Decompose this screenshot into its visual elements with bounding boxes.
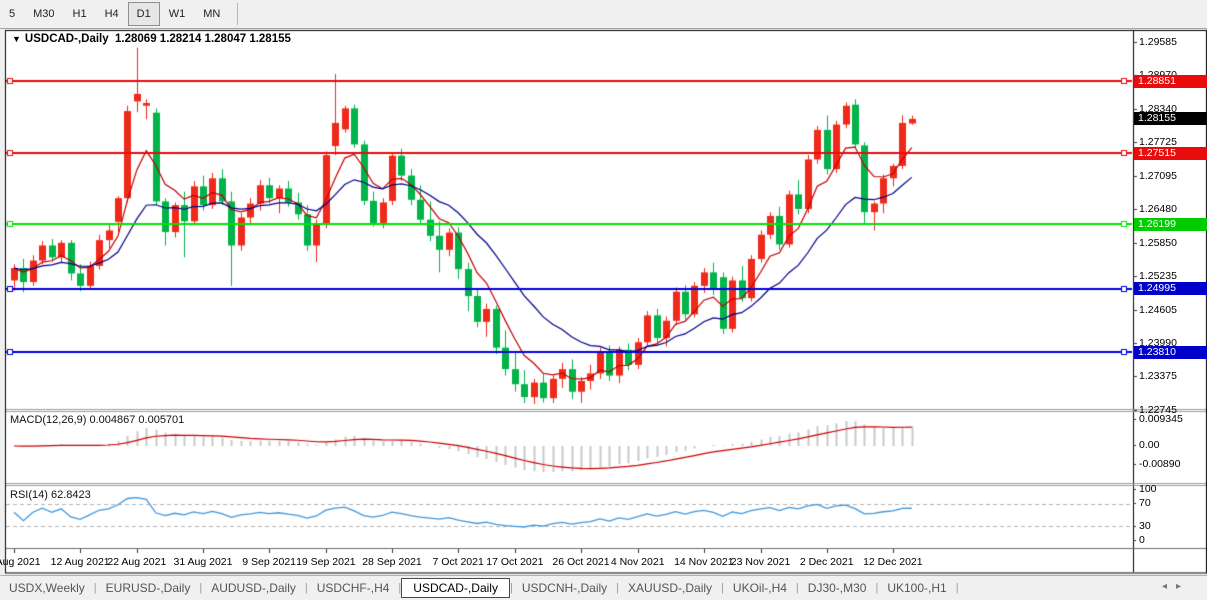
tab-xauusd-daily[interactable]: XAUUSD-,Daily: [619, 578, 721, 598]
tab-uk100-h1[interactable]: UK100-,H1: [878, 578, 955, 598]
timeframe-toolbar: 5M30H1H4D1W1MN: [0, 0, 1207, 29]
macd-panel-header: MACD(12,26,9) 0.004867 0.005701: [10, 414, 184, 426]
toolbar-separator: [237, 3, 238, 25]
rsi-axis-label: 100: [1139, 483, 1157, 495]
date-tick-label: 4 Nov 2021: [611, 556, 665, 568]
price-badge-126199: 1.26199: [1134, 218, 1207, 231]
rsi-axis-label: 30: [1139, 520, 1151, 532]
timeframe-button-mn[interactable]: MN: [194, 2, 229, 26]
price-badge-123810: 1.23810: [1134, 346, 1207, 359]
symbol-tab-bar: USDX,Weekly|EURUSD-,Daily|AUDUSD-,Daily|…: [0, 575, 1207, 600]
rsi-panel-header: RSI(14) 62.8423: [10, 489, 91, 501]
date-tick-label: 12 Dec 2021: [863, 556, 923, 568]
price-tick-label: 1.23375: [1139, 370, 1177, 382]
chart-ohlc-values: 1.28069 1.28214 1.28047 1.28155: [115, 33, 291, 45]
date-tick-label: 2 Dec 2021: [800, 556, 854, 568]
timeframe-button-d1[interactable]: D1: [128, 2, 160, 26]
price-badge-128155: 1.28155: [1134, 112, 1207, 125]
macd-axis-label: 0.009345: [1139, 413, 1183, 425]
macd-axis-label: 0.00: [1139, 439, 1159, 451]
price-chart-canvas[interactable]: [0, 0, 1207, 575]
price-badge-124995: 1.24995: [1134, 282, 1207, 295]
date-tick-label: 22 Aug 2021: [107, 556, 166, 568]
price-tick-label: 1.25235: [1139, 270, 1177, 282]
date-tick-label: 17 Oct 2021: [486, 556, 543, 568]
timeframe-button-w1[interactable]: W1: [160, 2, 195, 26]
date-tick-label: 9 Sep 2021: [242, 556, 296, 568]
tab-ukoil-h4[interactable]: UKOil-,H4: [724, 578, 796, 598]
tab-usdcnh-daily[interactable]: USDCNH-,Daily: [513, 578, 616, 598]
date-tick-label: 19 Sep 2021: [296, 556, 356, 568]
price-tick-label: 1.26480: [1139, 203, 1177, 215]
tab-eurusd-daily[interactable]: EURUSD-,Daily: [97, 578, 200, 598]
date-tick-label: 31 Aug 2021: [174, 556, 233, 568]
price-badge-127515: 1.27515: [1134, 147, 1207, 160]
date-tick-label: 23 Nov 2021: [731, 556, 791, 568]
price-tick-label: 1.29585: [1139, 36, 1177, 48]
price-tick-label: 1.25850: [1139, 237, 1177, 249]
tab-scroll-right-button[interactable]: ▸: [1176, 581, 1181, 592]
timeframe-button-m30[interactable]: M30: [24, 2, 63, 26]
chart-title: ▼ USDCAD-,Daily 1.28069 1.28214 1.28047 1…: [12, 33, 291, 45]
date-tick-label: 14 Nov 2021: [674, 556, 734, 568]
price-tick-label: 1.27095: [1139, 170, 1177, 182]
tab-audusd-daily[interactable]: AUDUSD-,Daily: [202, 578, 305, 598]
terminal-window: 5M30H1H4D1W1MN ▼ USDCAD-,Daily 1.28069 1.…: [0, 0, 1207, 600]
tab-usdchf-h4[interactable]: USDCHF-,H4: [308, 578, 399, 598]
tab-usdcad-daily[interactable]: USDCAD-,Daily: [401, 578, 510, 598]
macd-axis-label: -0.00890: [1139, 458, 1180, 470]
date-tick-label: 12 Aug 2021: [51, 556, 110, 568]
date-tick-label: 28 Sep 2021: [362, 556, 422, 568]
timeframe-button-h4[interactable]: H4: [96, 2, 128, 26]
tab-separator: |: [956, 582, 959, 594]
timeframe-button-h1[interactable]: H1: [64, 2, 96, 26]
tab-usdx-weekly[interactable]: USDX,Weekly: [0, 578, 94, 598]
chart-symbol-label: USDCAD-,Daily: [25, 33, 109, 45]
tab-scroll-left-button[interactable]: ◂: [1162, 581, 1167, 592]
rsi-axis-label: 70: [1139, 497, 1151, 509]
tab-dj30-m30[interactable]: DJ30-,M30: [799, 578, 876, 598]
date-tick-label: 3 Aug 2021: [0, 556, 41, 568]
rsi-axis-label: 0: [1139, 534, 1145, 546]
date-tick-label: 26 Oct 2021: [552, 556, 609, 568]
price-badge-128851: 1.28851: [1134, 75, 1207, 88]
price-tick-label: 1.24605: [1139, 304, 1177, 316]
symbol-dropdown-icon[interactable]: ▼: [12, 34, 21, 44]
timeframe-button-5[interactable]: 5: [0, 2, 24, 26]
date-tick-label: 7 Oct 2021: [432, 556, 483, 568]
